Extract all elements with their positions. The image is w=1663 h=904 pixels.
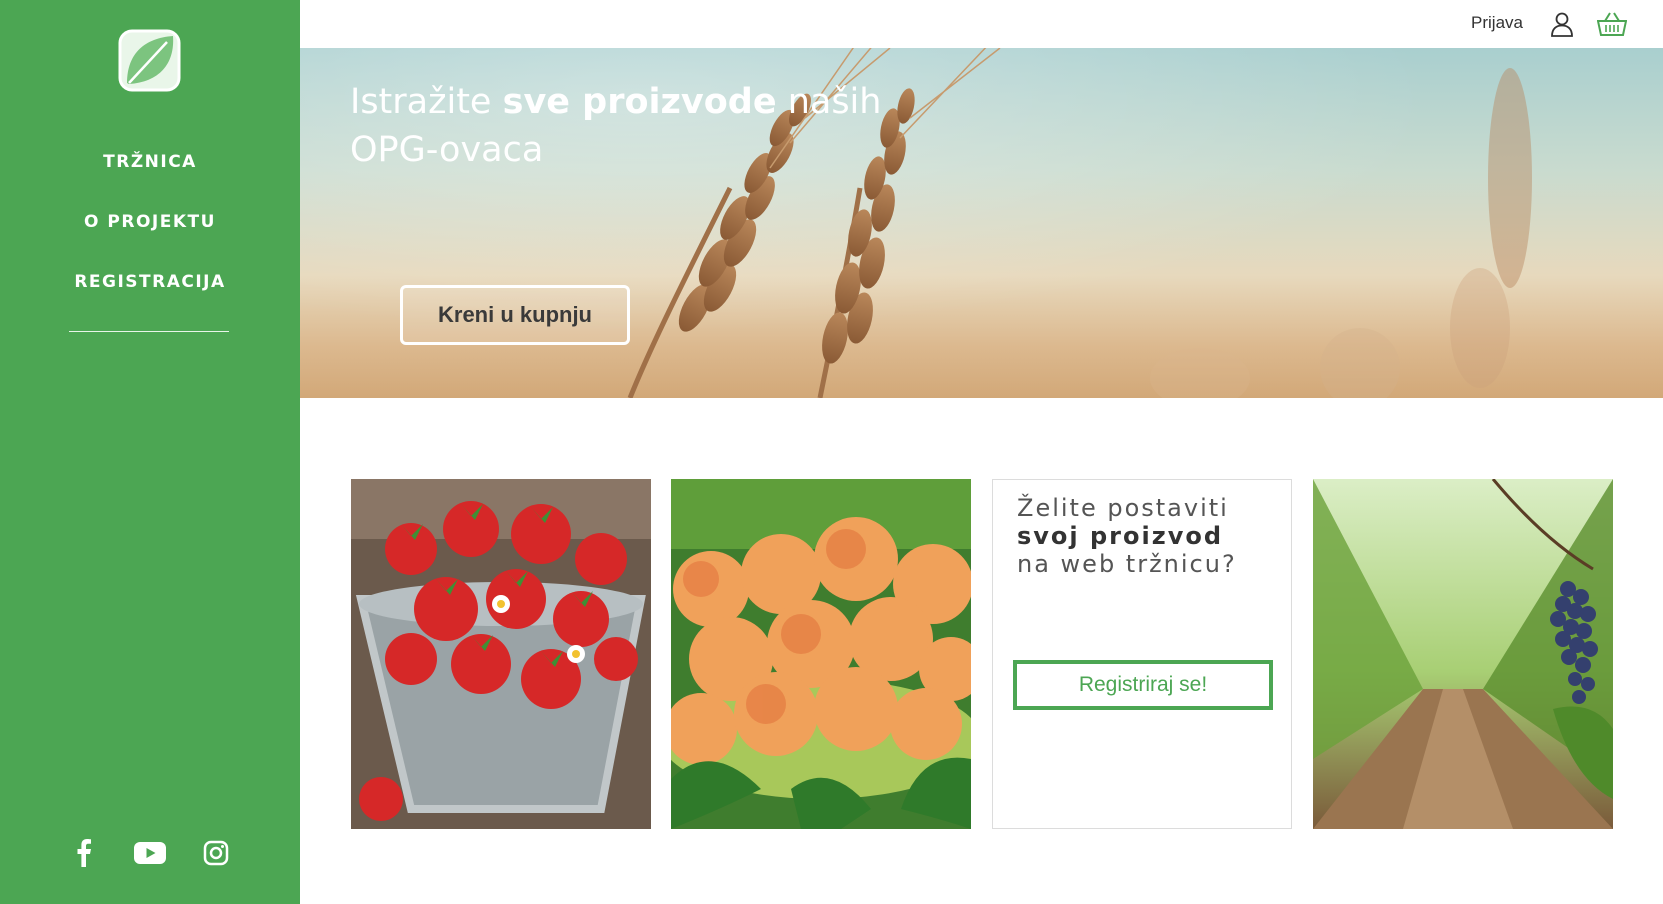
social-links [0,838,300,868]
user-icon[interactable] [1549,11,1575,37]
facebook-icon[interactable] [67,838,101,868]
hero-banner: Istražite sve proizvode naših OPG-ovaca … [300,48,1663,398]
hero-title: Istražite sve proizvode naših OPG-ovaca [350,78,910,174]
leaf-logo-icon[interactable] [117,28,182,93]
promo-line2: na web tržnicu? [1017,550,1237,578]
basket-icon[interactable] [1596,11,1628,37]
promo-line1: Želite postaviti [1017,494,1229,522]
login-link[interactable]: Prijava [1471,13,1523,33]
page: TRŽNICA O PROJEKTU REGISTRACIJA Prijava [0,0,1663,904]
hero-title-part1: Istražite [350,82,503,122]
promo-text: Želite postaviti svoj proizvod na web tr… [1017,494,1287,578]
register-button[interactable]: Registriraj se! [1013,660,1273,710]
apricots-photo[interactable] [671,479,971,829]
promo-card: Želite postaviti svoj proizvod na web tr… [992,479,1292,829]
nav-item-o-projektu[interactable]: O PROJEKTU [0,205,300,265]
sidebar: TRŽNICA O PROJEKTU REGISTRACIJA [0,0,300,904]
start-shopping-button[interactable]: Kreni u kupnju [400,285,630,345]
youtube-icon[interactable] [133,838,167,868]
promo-bold: svoj proizvod [1017,522,1224,550]
strawberries-photo[interactable] [351,479,651,829]
hero-title-bold: sve proizvode [502,82,777,122]
vineyard-grapes-photo[interactable] [1313,479,1613,829]
nav-item-registracija[interactable]: REGISTRACIJA [0,265,300,325]
instagram-icon[interactable] [199,838,233,868]
nav-divider [69,331,229,332]
product-cards: Želite postaviti svoj proizvod na web tr… [351,479,1613,829]
main-nav: TRŽNICA O PROJEKTU REGISTRACIJA [0,145,300,325]
nav-item-trznica[interactable]: TRŽNICA [0,145,300,205]
top-bar: Prijava [300,0,1663,48]
